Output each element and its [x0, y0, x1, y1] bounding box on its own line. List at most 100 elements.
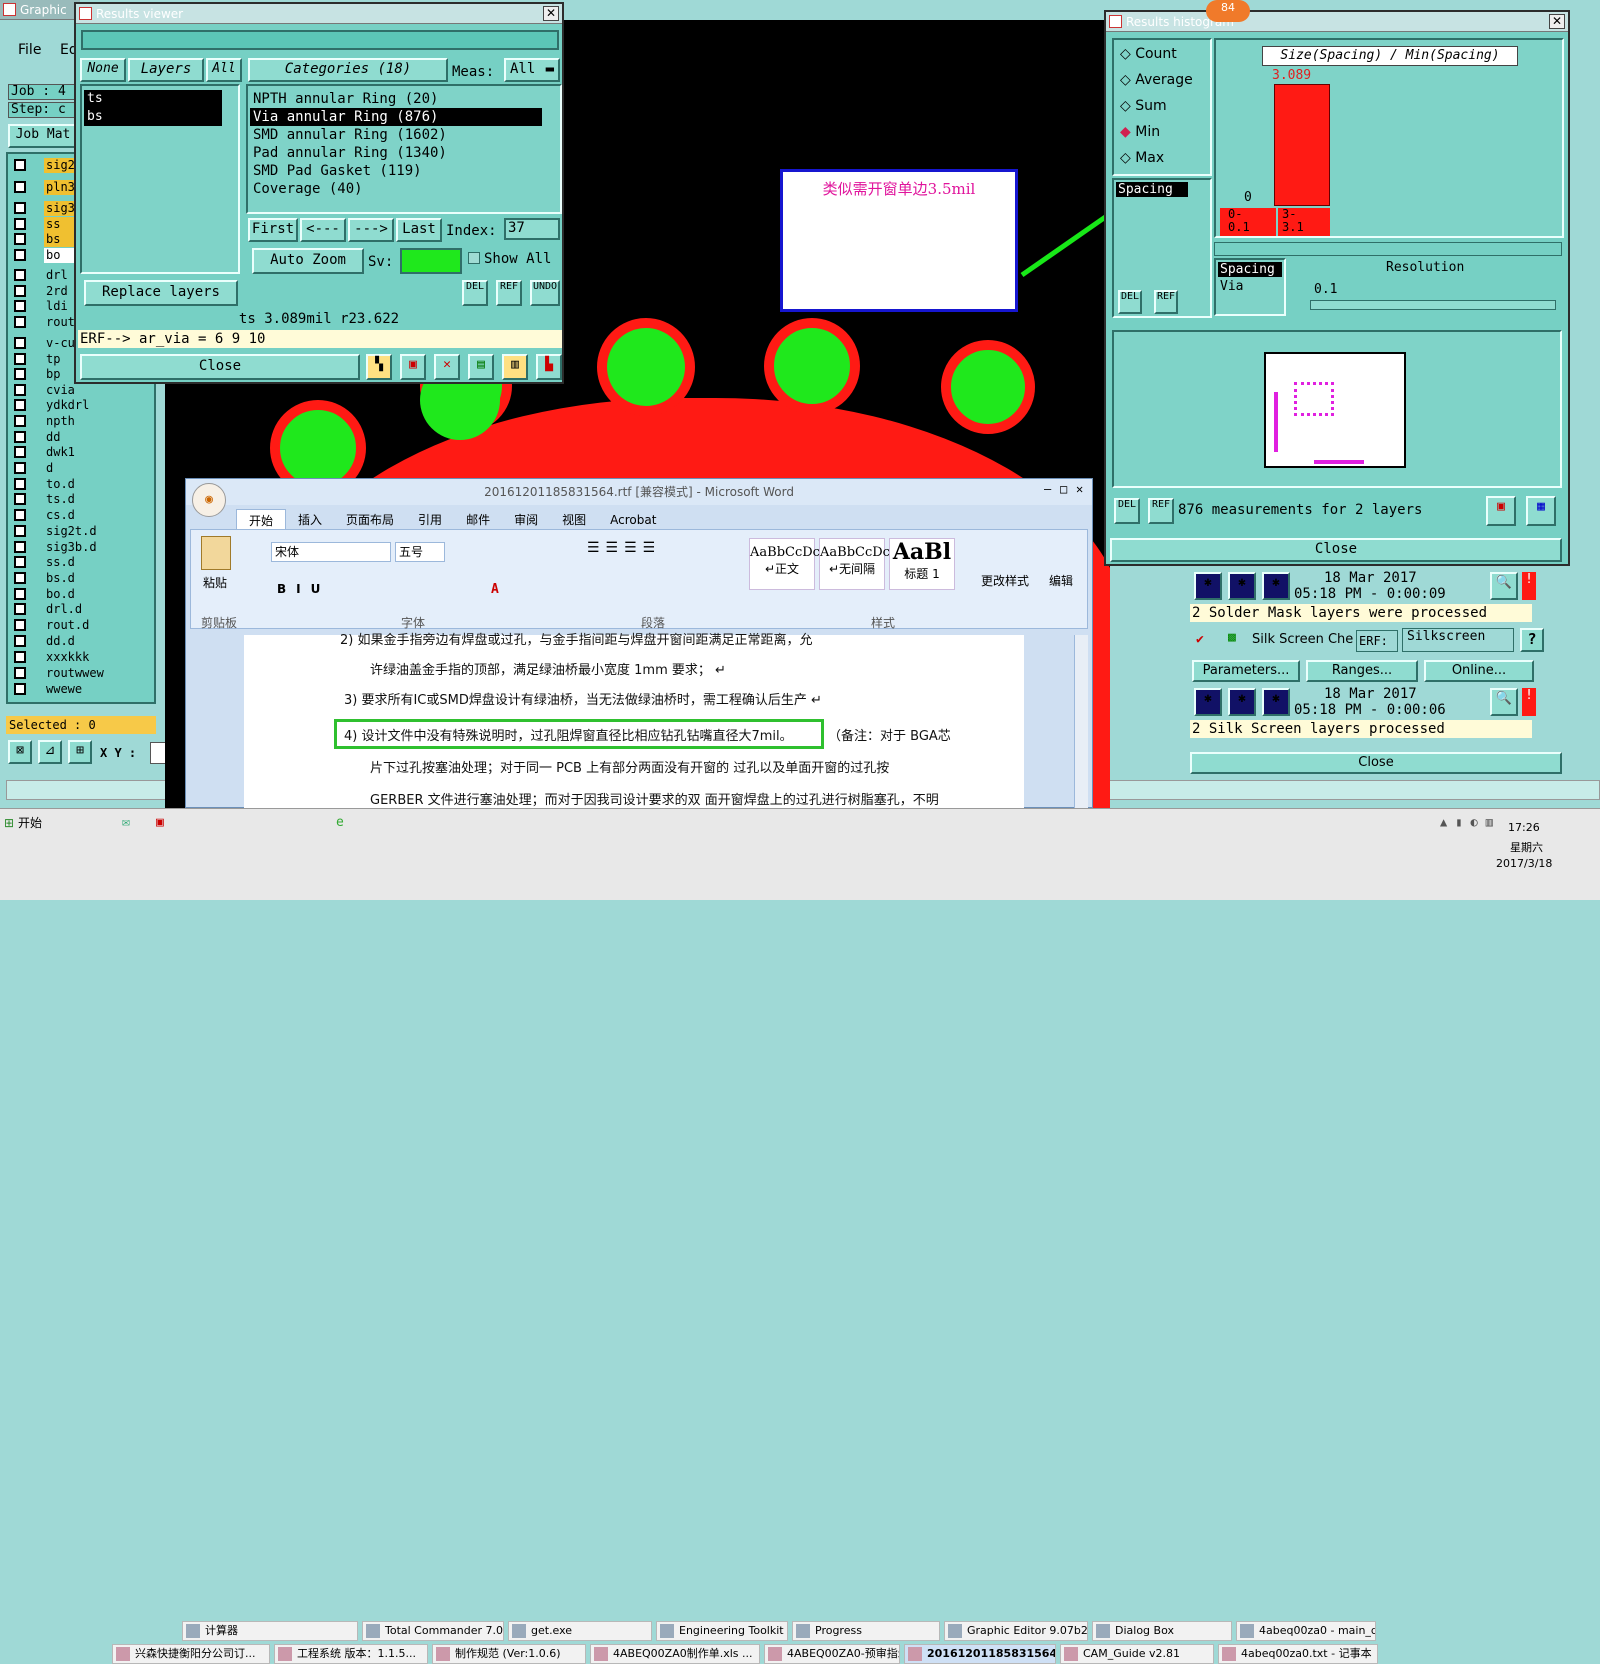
auto-zoom-dropdown[interactable]: Auto Zoom	[252, 248, 364, 274]
radio-min-selected[interactable]: ◆ Min	[1120, 124, 1160, 140]
category-item[interactable]: SMD annular Ring (1602)	[250, 126, 542, 144]
layer-checkbox[interactable]	[14, 249, 26, 261]
spacing-type[interactable]: Spacing	[1218, 262, 1282, 277]
close-icon[interactable]: ✕	[1549, 14, 1565, 29]
taskbar-button[interactable]: 4abeq00za0.txt - 记事本	[1218, 1644, 1378, 1664]
layer-checkbox[interactable]	[14, 635, 26, 647]
check-icon-2[interactable]: ✱	[1228, 572, 1256, 600]
index-input[interactable]: 37	[504, 218, 560, 240]
layer-row[interactable]: bs.d	[14, 571, 152, 586]
resolution-slider[interactable]	[1310, 300, 1556, 310]
taskbar-button[interactable]: 兴森快捷衡阳分公司订...	[112, 1644, 270, 1664]
hist-close-button[interactable]: Close	[1110, 538, 1562, 562]
layer-checkbox[interactable]	[14, 603, 26, 615]
pdf-icon[interactable]: ▣	[156, 815, 164, 830]
hist-report-icon[interactable]: ▦	[1526, 496, 1556, 526]
layer-checkbox[interactable]	[14, 525, 26, 537]
layer-row[interactable]: sig2t.d	[14, 524, 152, 539]
layer-checkbox[interactable]	[14, 384, 26, 396]
category-item[interactable]: NPTH annular Ring (20)	[250, 90, 542, 108]
layer-checkbox[interactable]	[14, 619, 26, 631]
layer-checkbox[interactable]	[14, 651, 26, 663]
categories-button[interactable]: Categories (18)	[248, 58, 448, 82]
ribbon-tab[interactable]: 插入	[286, 509, 334, 529]
layer-row[interactable]: ss.d	[14, 555, 152, 570]
style-normal[interactable]: AaBbCcDc ↵正文	[749, 538, 820, 590]
paragraph-buttons[interactable]: ☰☰☰☰	[587, 540, 661, 556]
ranges-button[interactable]: Ranges...	[1306, 660, 1418, 682]
layer-checkbox[interactable]	[14, 588, 26, 600]
ref-button[interactable]: REF	[496, 280, 522, 306]
font-color-icon[interactable]: A	[491, 582, 499, 597]
meas-dropdown[interactable]: All ▬	[504, 58, 560, 82]
taskbar-button[interactable]: 4ABEQ00ZA0-预审指示....	[764, 1644, 900, 1664]
category-item[interactable]: Pad annular Ring (1340)	[250, 144, 542, 162]
parameters-button[interactable]: Parameters...	[1192, 660, 1300, 682]
zoom-icon-2[interactable]: 🔍	[1490, 688, 1518, 716]
check-icon-5[interactable]: ✱	[1228, 688, 1256, 716]
category-item-selected[interactable]: Via annular Ring (876)	[250, 108, 542, 126]
measure-list[interactable]: Spacing DEL REF	[1112, 178, 1212, 318]
layer-checkbox[interactable]	[14, 269, 26, 281]
hist-del-button[interactable]: DEL	[1118, 290, 1142, 314]
clock-date[interactable]: 2017/3/18	[1496, 857, 1552, 870]
last-button[interactable]: Last	[396, 218, 442, 242]
layer-checkbox[interactable]	[14, 399, 26, 411]
layer-checkbox[interactable]	[14, 415, 26, 427]
format-buttons[interactable]: BIU	[277, 582, 330, 596]
layer-checkbox[interactable]	[14, 181, 26, 193]
spacing-item[interactable]: Spacing	[1116, 182, 1188, 197]
taskbar-button[interactable]: 4abeq00za0 - main_qa	[1236, 1621, 1376, 1641]
all-layers-button[interactable]: All	[206, 58, 242, 82]
layer-checkbox[interactable]	[14, 683, 26, 695]
layer-row[interactable]: drl.d	[14, 602, 152, 617]
toolbar-icon-1[interactable]: ▚	[366, 354, 392, 380]
layer-checkbox[interactable]	[14, 353, 26, 365]
tool-icon-1[interactable]: ⊠	[8, 740, 32, 764]
hist-export-icon[interactable]: ▣	[1486, 496, 1516, 526]
layer-checkbox[interactable]	[14, 218, 26, 230]
toolbar-icon-3[interactable]: ✕	[434, 354, 460, 380]
prev-button[interactable]: <---	[300, 218, 346, 242]
layer-row[interactable]: dd.d	[14, 634, 152, 649]
layer-row[interactable]: ydkdrl	[14, 398, 152, 413]
menu-file[interactable]: File	[18, 42, 41, 58]
via-type[interactable]: Via	[1218, 279, 1282, 294]
layer-items-list[interactable]: ts bs	[80, 84, 240, 274]
layer-checkbox[interactable]	[14, 572, 26, 584]
radio-count[interactable]: ◇ Count	[1120, 46, 1177, 62]
check-icon-6[interactable]: ✱	[1262, 688, 1290, 716]
layer-row[interactable]: sig3b.d	[14, 540, 152, 555]
taskbar-button[interactable]: Graphic Editor 9.07b2 ...	[944, 1621, 1088, 1641]
radio-average[interactable]: ◇ Average	[1120, 72, 1193, 88]
layer-row[interactable]: routwwew	[14, 666, 152, 681]
layer-row[interactable]: dd	[14, 430, 152, 445]
word-scrollbar[interactable]	[1074, 635, 1088, 809]
layer-checkbox[interactable]	[14, 368, 26, 380]
layer-row[interactable]: wwewe	[14, 682, 152, 697]
ribbon-tab[interactable]: Acrobat	[598, 509, 668, 529]
check-icon-3[interactable]: ✱	[1262, 572, 1290, 600]
radio-max[interactable]: ◇ Max	[1120, 150, 1164, 166]
layer-row[interactable]: cvia	[14, 383, 152, 398]
layer-row[interactable]: npth	[14, 414, 152, 429]
layer-checkbox[interactable]	[14, 541, 26, 553]
job-matrix-button[interactable]: Job Mat	[8, 124, 78, 148]
minimize-icon[interactable]: –	[1044, 482, 1051, 496]
layer-checkbox[interactable]	[14, 446, 26, 458]
layers-button[interactable]: Layers	[128, 58, 204, 82]
check-icon-1[interactable]: ✱	[1194, 572, 1222, 600]
taskbar-button[interactable]: 20161201185831564....	[904, 1644, 1056, 1664]
layer-checkbox[interactable]	[14, 478, 26, 490]
layer-checkbox[interactable]	[14, 159, 26, 171]
taskbar-button[interactable]: get.exe	[508, 1621, 652, 1641]
taskbar-button[interactable]: 制作规范 (Ver:1.0.6)	[432, 1644, 586, 1664]
ribbon-tab[interactable]: 引用	[406, 509, 454, 529]
layer-row[interactable]: d	[14, 461, 152, 476]
layer-row[interactable]: to.d	[14, 477, 152, 492]
ribbon-tab[interactable]: 审阅	[502, 509, 550, 529]
ribbon-tab[interactable]: 邮件	[454, 509, 502, 529]
layer-item-ts[interactable]: ts	[84, 90, 222, 108]
layer-checkbox[interactable]	[14, 431, 26, 443]
style-heading1[interactable]: AaBl 标题 1	[889, 538, 955, 590]
